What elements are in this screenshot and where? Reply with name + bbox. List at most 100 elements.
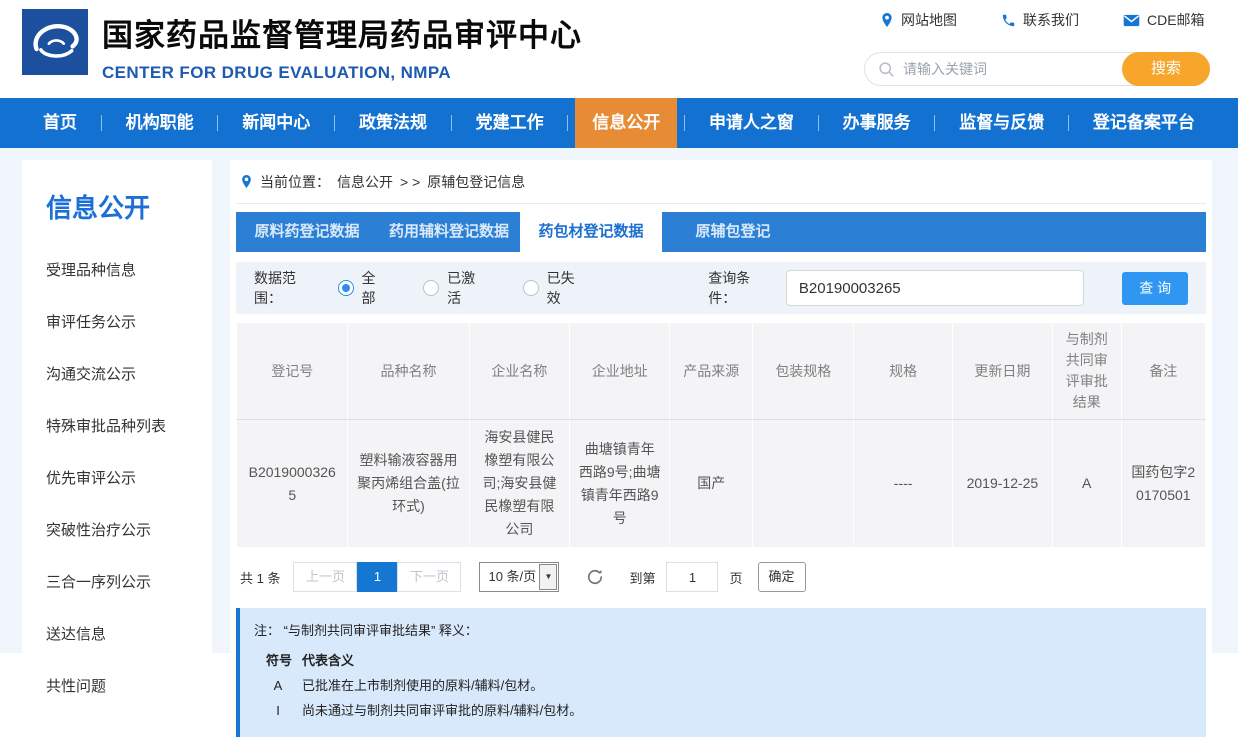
cde-logo [22,9,88,75]
col-remarks: 备注 [1121,323,1205,420]
nav-separator [334,115,335,131]
note-row-a: A 已批准在上市制剂使用的原料/辅料/包材。 [254,673,1192,698]
sidebar-item-three-in-one[interactable]: 三合一序列公示 [46,571,212,592]
confirm-button[interactable]: 确定 [758,562,806,592]
cell-update-date: 2019-12-25 [953,420,1053,548]
site-title-cn: 国家药品监督管理局药品审评中心 [102,10,582,55]
refresh-icon[interactable] [585,567,605,587]
radio-option-all[interactable]: 全部 [338,268,390,308]
site-title-en: CENTER FOR DRUG EVALUATION, NMPA [102,63,582,83]
radio-option-activated[interactable]: 已激活 [423,268,489,308]
radio-expired[interactable] [523,280,539,296]
page-body: 信息公开 受理品种信息 审评任务公示 沟通交流公示 特殊审批品种列表 优先审评公… [0,148,1238,653]
main-nav: 首页 机构职能 新闻中心 政策法规 党建工作 信息公开 申请人之窗 办事服务 监… [0,98,1238,148]
table-header-row: 登记号 品种名称 企业名称 企业地址 产品来源 包装规格 规格 更新日期 与制剂… [237,323,1206,420]
next-page-button[interactable]: 下一页 [397,562,461,592]
goto-page-input[interactable] [666,562,718,592]
note-meaning-header: 代表含义 [302,648,1192,673]
sidebar-item-communication[interactable]: 沟通交流公示 [46,363,212,384]
nav-separator [101,115,102,131]
contact-label: 联系我们 [1023,10,1079,30]
tab-apiexcipientpackaging-registration[interactable]: 原辅包登记 [662,212,804,252]
tab-excipient-registration[interactable]: 药用辅料登记数据 [378,212,520,252]
cell-remarks: 国药包字20170501 [1121,420,1205,548]
sitemap-link[interactable]: 网站地图 [880,10,957,30]
goto-page-suffix: 页 [729,568,742,587]
tab-packaging-registration[interactable]: 药包材登记数据 [520,212,662,252]
search-input[interactable] [903,61,1093,77]
note-symbol-header: 符号 [254,648,302,673]
prev-page-button[interactable]: 上一页 [293,562,357,592]
sidebar-item-priority-review[interactable]: 优先审评公示 [46,467,212,488]
note-symbol-i: I [254,698,302,723]
legend-note: 注： “与制剂共同审评审批结果” 释义： 符号 代表含义 A 已批准在上市制剂使… [236,608,1206,737]
sidebar-item-common-issues[interactable]: 共性问题 [46,675,212,696]
pagination: 共 1 条 上一页 1 下一页 10 条/页 ▼ 到第 页 确定 [236,562,1206,592]
results-table: 登记号 品种名称 企业名称 企业地址 产品来源 包装规格 规格 更新日期 与制剂… [236,322,1206,548]
nav-item-policy[interactable]: 政策法规 [342,98,444,148]
search-button[interactable]: 搜索 [1122,52,1210,86]
col-company-address: 企业地址 [570,323,670,420]
mailbox-link[interactable]: CDE邮箱 [1123,10,1205,30]
nav-item-info-disclosure[interactable]: 信息公开 [575,98,677,148]
col-registration-no: 登记号 [237,323,348,420]
col-joint-review-result: 与制剂共同审评审批结果 [1052,323,1121,420]
query-button[interactable]: 查 询 [1122,272,1188,305]
mailbox-label: CDE邮箱 [1147,10,1205,30]
nav-item-party[interactable]: 党建工作 [459,98,561,148]
breadcrumb-section[interactable]: 信息公开 [337,172,393,192]
nav-item-supervision[interactable]: 监督与反馈 [942,98,1061,148]
nav-item-news[interactable]: 新闻中心 [225,98,327,148]
breadcrumb-prefix: 当前位置： [260,172,330,192]
breadcrumb-separator: > > [400,174,420,190]
chevron-down-icon: ▼ [539,564,557,590]
nav-separator [934,115,935,131]
query-condition-label: 查询条件： [708,268,778,308]
sidebar-item-breakthrough-therapy[interactable]: 突破性治疗公示 [46,519,212,540]
note-meaning-i: 尚未通过与制剂共同审评审批的原料/辅料/包材。 [302,698,1192,723]
radio-activated[interactable] [423,280,439,296]
search-icon [878,61,895,78]
col-variety-name: 品种名称 [348,323,469,420]
cell-company-name: 海安县健民橡塑有限公司;海安县健民橡塑有限公司 [469,420,570,548]
sidebar-item-review-tasks[interactable]: 审评任务公示 [46,311,212,332]
sidebar-title: 信息公开 [46,188,212,225]
sidebar-item-accepted-varieties[interactable]: 受理品种信息 [46,259,212,280]
query-condition-input[interactable] [786,270,1085,306]
tab-api-registration[interactable]: 原料药登记数据 [236,212,378,252]
current-page-button[interactable]: 1 [357,562,397,592]
data-tabs: 原料药登记数据 药用辅料登记数据 药包材登记数据 原辅包登记 [236,212,1206,252]
phone-icon [1001,13,1016,28]
cell-product-origin: 国产 [670,420,753,548]
sitemap-label: 网站地图 [901,10,957,30]
radio-all-checked[interactable] [338,280,354,296]
page-size-select[interactable]: 10 条/页 ▼ [479,562,559,592]
col-product-origin: 产品来源 [670,323,753,420]
col-packaging-spec: 包装规格 [753,323,854,420]
nav-item-registration-platform[interactable]: 登记备案平台 [1076,98,1212,148]
nav-separator [1068,115,1069,131]
radio-all-label: 全部 [362,268,390,308]
nav-item-functions[interactable]: 机构职能 [109,98,211,148]
radio-option-expired[interactable]: 已失效 [523,268,589,308]
note-title: 注： “与制剂共同审评审批结果” 释义： [254,620,1192,639]
nav-item-home[interactable]: 首页 [26,98,94,148]
contact-link[interactable]: 联系我们 [1001,10,1079,30]
breadcrumb-current[interactable]: 原辅包登记信息 [427,172,525,192]
note-symbol-a: A [254,673,302,698]
cell-packaging-spec [753,420,854,548]
sidebar-item-delivery-info[interactable]: 送达信息 [46,623,212,644]
note-meaning-a: 已批准在上市制剂使用的原料/辅料/包材。 [302,673,1192,698]
scope-label: 数据范围： [254,268,324,308]
sidebar: 信息公开 受理品种信息 审评任务公示 沟通交流公示 特殊审批品种列表 优先审评公… [22,160,212,653]
main-content: 当前位置： 信息公开 > > 原辅包登记信息 原料药登记数据 药用辅料登记数据 药… [230,160,1212,653]
sidebar-item-special-approval[interactable]: 特殊审批品种列表 [46,415,212,436]
nav-item-services[interactable]: 办事服务 [826,98,928,148]
cell-company-address: 曲塘镇青年西路9号;曲塘镇青年西路9号 [570,420,670,548]
cell-spec: ---- [854,420,953,548]
nav-item-applicant-window[interactable]: 申请人之窗 [692,98,811,148]
note-header-row: 符号 代表含义 [254,648,1192,673]
breadcrumb-pin-icon [240,174,253,189]
cell-registration-no: B20190003265 [237,420,348,548]
nav-separator [217,115,218,131]
